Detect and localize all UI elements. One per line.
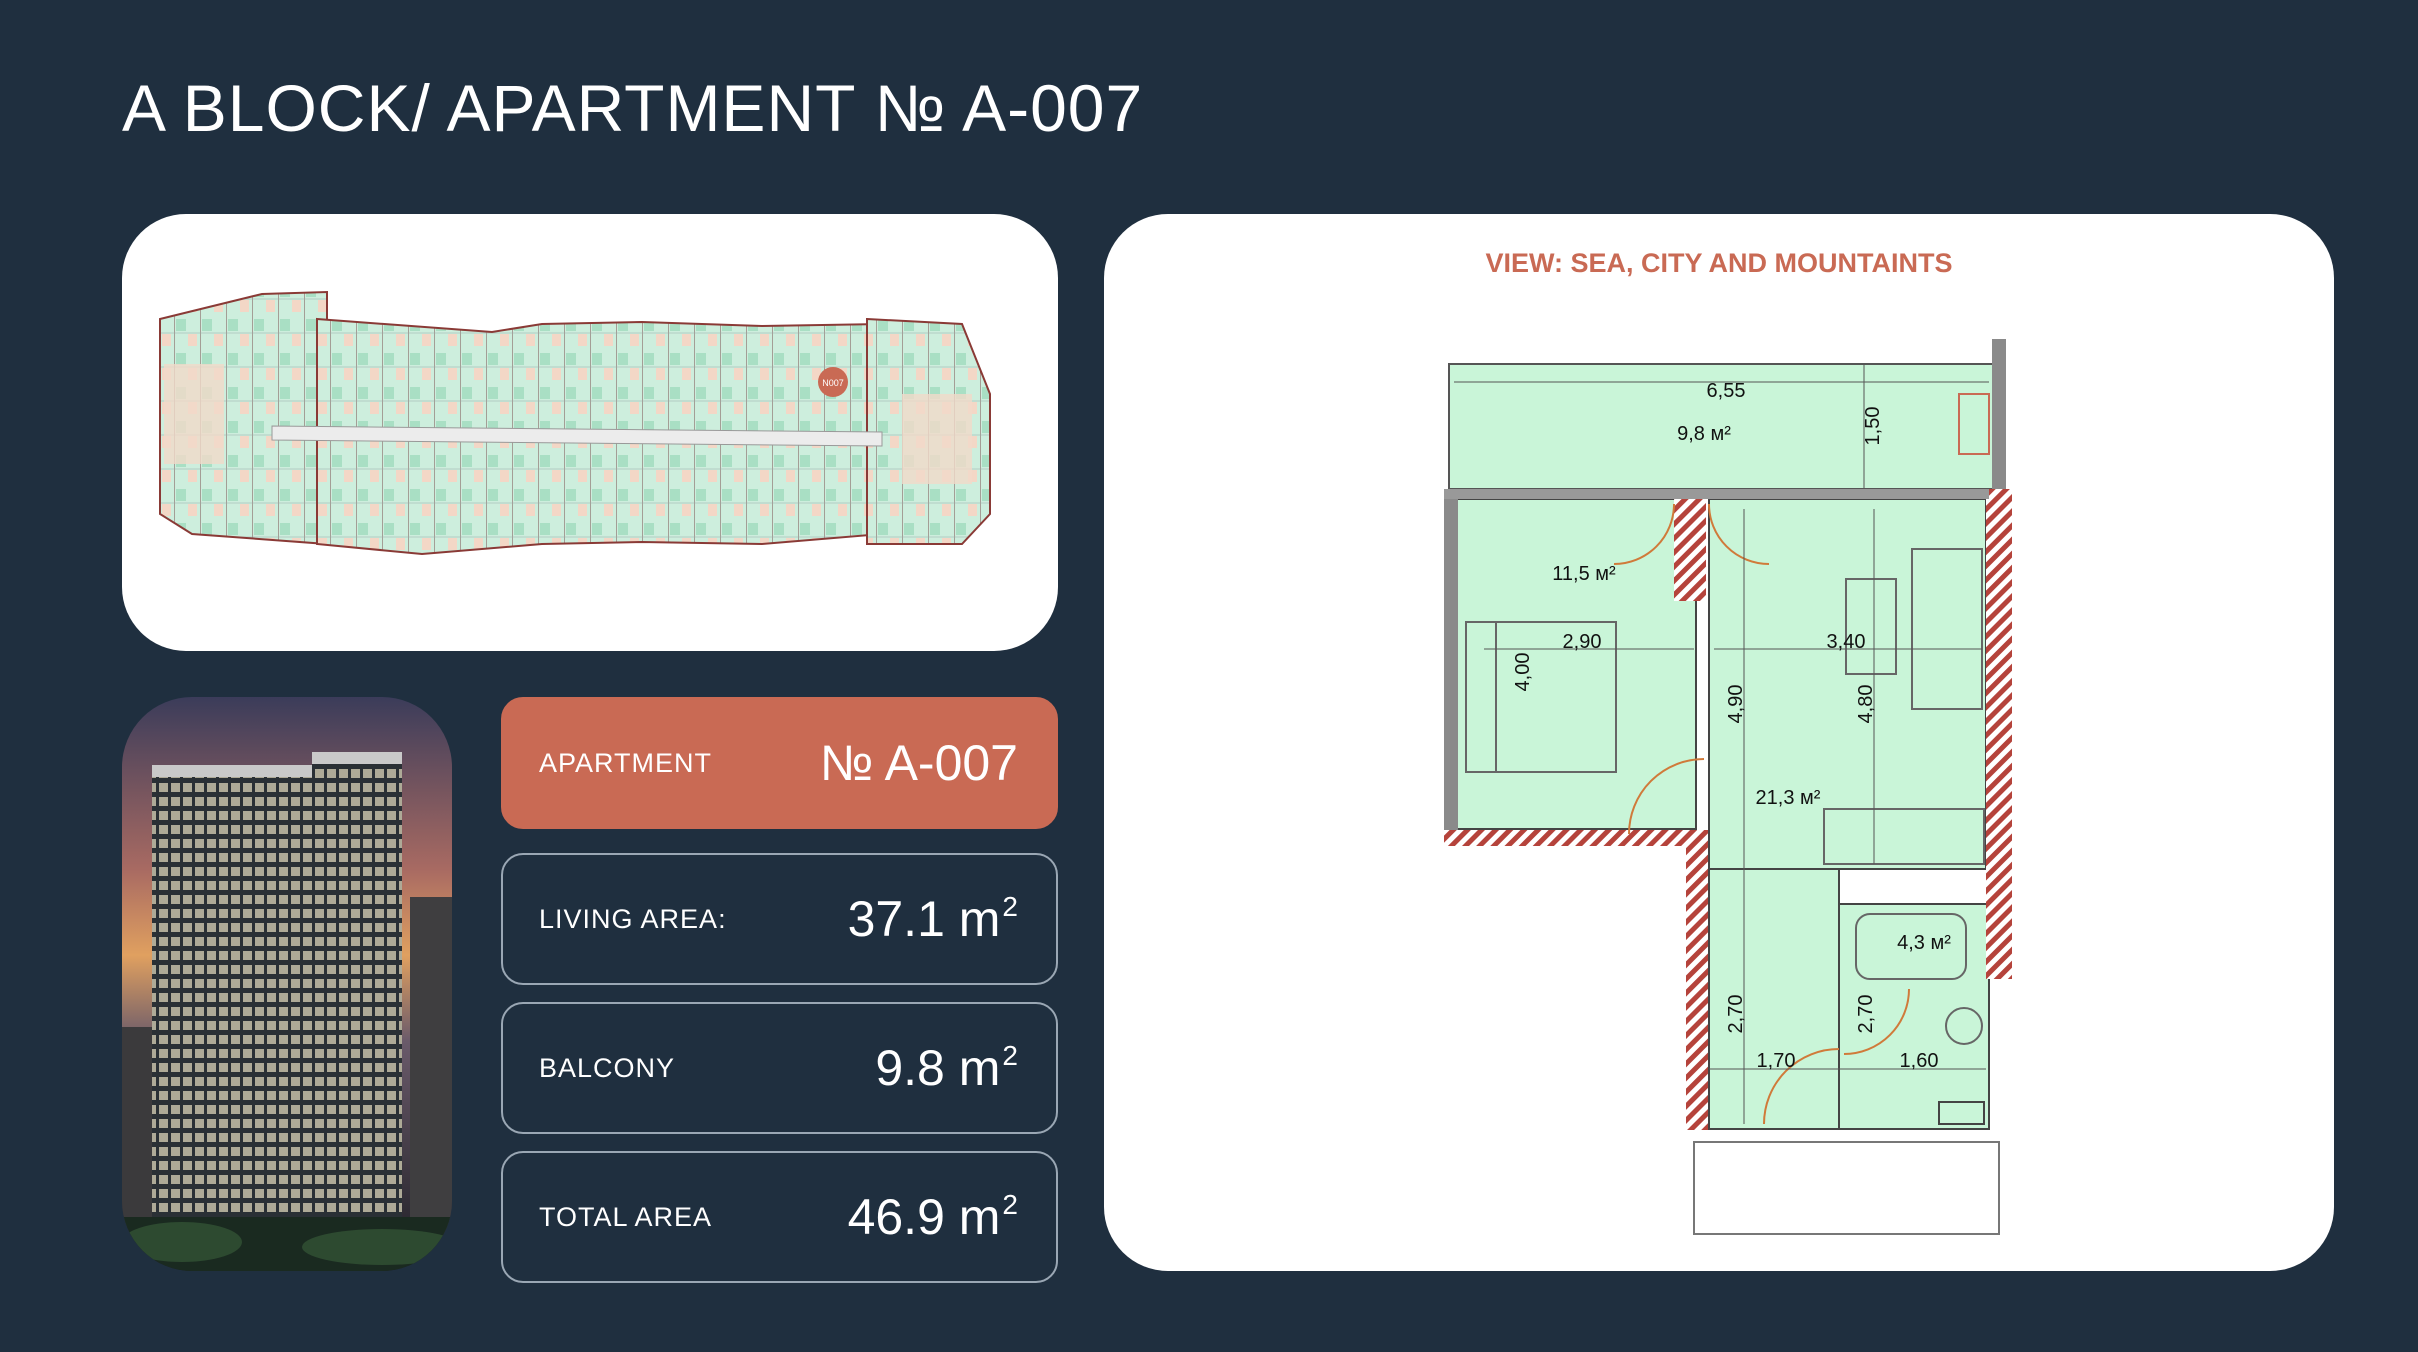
hall-width-label: 1,70 xyxy=(1757,1050,1796,1072)
living-area-plan-label: 21,3 м² xyxy=(1756,787,1821,809)
balcony-width-label: 6,55 xyxy=(1707,380,1746,402)
living-room xyxy=(1708,498,1987,870)
balcony-value: 9.8 m2 xyxy=(875,1040,1018,1096)
balcony-label: BALCONY xyxy=(539,1052,676,1083)
bedroom-room xyxy=(1455,498,1697,830)
bath-width-label: 1,60 xyxy=(1900,1050,1939,1072)
apartment-marker-label: N007 xyxy=(822,378,844,388)
bath-depth-label: 2,70 xyxy=(1855,995,1877,1034)
balcony-depth-label: 1,50 xyxy=(1862,407,1884,446)
apartment-number-box: APARTMENT № A-007 xyxy=(501,697,1058,829)
living-depth-left-label: 4,90 xyxy=(1725,685,1747,724)
apartment-number: № A-007 xyxy=(819,735,1018,791)
bedroom-width-label: 2,90 xyxy=(1563,631,1602,653)
balcony-area-label: 9,8 м² xyxy=(1677,423,1731,445)
balcony-side-wall xyxy=(1992,339,2006,494)
apartment-plan-card[interactable]: VIEW: SEA, CITY AND MOUNTAINTS 6,55 9,8 … xyxy=(1104,214,2334,1271)
total-area-box: TOTAL AREA 46.9 m2 xyxy=(501,1151,1058,1283)
page-title: A BLOCK/ APARTMENT № A-007 xyxy=(122,71,1144,145)
living-area-box: LIVING AREA: 37.1 m2 xyxy=(501,853,1058,985)
bedroom-area-label: 11,5 м² xyxy=(1552,563,1616,585)
living-area-label: LIVING AREA: xyxy=(539,903,727,934)
hall-depth-label: 2,70 xyxy=(1725,995,1747,1034)
total-area-label: TOTAL AREA xyxy=(539,1201,713,1232)
balcony-box: BALCONY 9.8 m2 xyxy=(501,1002,1058,1134)
bath-area-label: 4,3 м² xyxy=(1897,932,1951,954)
living-depth-right-label: 4,80 xyxy=(1855,685,1877,724)
total-area-value: 46.9 m2 xyxy=(847,1189,1018,1245)
living-width-label: 3,40 xyxy=(1827,631,1866,653)
apartment-label: APARTMENT xyxy=(539,747,713,778)
building-floorplan-image: N007 xyxy=(159,290,991,556)
building-photo xyxy=(122,697,452,1271)
bedroom-depth-label: 4,00 xyxy=(1512,653,1534,692)
building-floorplan-card[interactable]: N007 xyxy=(122,214,1058,651)
apartment-plan-drawing: 6,55 9,8 м² 1,50 11,5 м² 2,90 4,00 3,40 … xyxy=(1444,339,2012,1235)
living-area-value: 37.1 m2 xyxy=(847,891,1018,947)
